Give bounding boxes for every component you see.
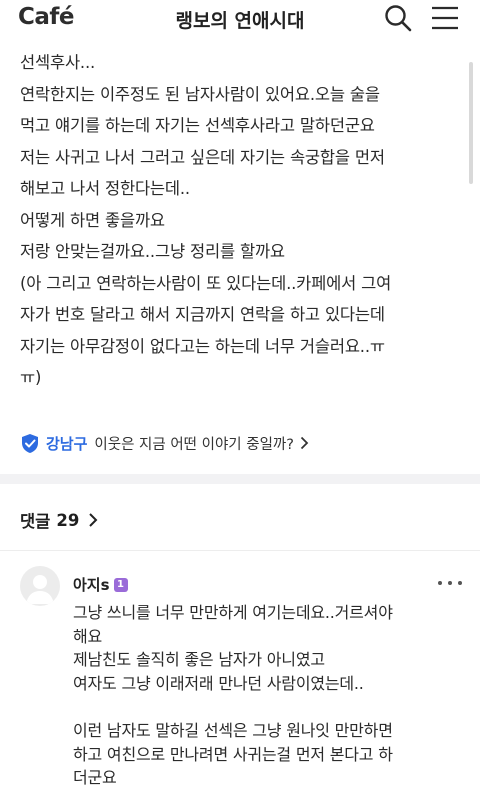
post-line: 선섹후사...: [20, 53, 96, 72]
section-divider: [0, 474, 480, 484]
member-level-badge: 1: [113, 577, 128, 592]
comment-line: 더군요: [73, 768, 117, 787]
post-line: 자기는 아무감정이 없다고는 하는데 너무 거슬러요..ㅠ: [20, 336, 385, 356]
post-line: 어떻게 하면 좋을까요: [20, 210, 165, 230]
comment-line: 하고 여친으로 만나려면 사귀는걸 먼저 본다고 하: [73, 744, 393, 764]
scrollbar[interactable]: [469, 62, 473, 184]
comment-author[interactable]: 아지s 1: [73, 574, 128, 595]
comment-body: 그냥 쓰니를 너무 만만하게 여기는데요..거르셔야 해요 제남친도 솔직히 좋…: [73, 601, 468, 790]
comment-line: 여자도 그냥 이래저래 만나던 사람이였는데..: [73, 673, 364, 693]
post-line: 자가 번호 달라고 해서 지금까지 연락을 하고 있다는데: [20, 305, 385, 324]
chevron-right-icon: [300, 436, 309, 450]
post-line: 먹고 얘기를 하는데 자기는 선섹후사라고 말하던군요: [20, 116, 375, 135]
region-name: 강남구: [46, 434, 88, 453]
post-line: 저랑 안맞는걸까요..그냥 정리를 할까요: [20, 242, 285, 261]
comment-line: 해요: [73, 626, 103, 646]
post-body: 선섹후사... 연락한지는 이주정도 된 남자사람이 있어요.오늘 술을 먹고 …: [20, 47, 466, 394]
region-question: 이웃은 지금 어떤 이야기 중일까?: [94, 436, 294, 453]
author-name: 아지s: [73, 576, 110, 594]
post-line: ㅠ): [20, 368, 42, 387]
post-line: 저는 사귀고 나서 그러고 싶은데 자기는 속궁합을 먼저: [20, 147, 385, 167]
verified-shield-icon: [22, 433, 38, 453]
search-icon[interactable]: [384, 4, 412, 32]
region-topic-link[interactable]: 강남구 이웃은 지금 어떤 이야기 중일까?: [20, 430, 309, 456]
comment-line: 그냥 쓰니를 너무 만만하게 여기는데요..거르셔야: [73, 603, 393, 622]
default-avatar-icon: [26, 575, 54, 604]
comments-header-link[interactable]: 댓글 29: [20, 506, 98, 534]
comment-line: 이런 남자도 말하길 선섹은 그냥 원나잇 만만하면: [73, 721, 393, 740]
post-line: 연락한지는 이주정도 된 남자사람이 있어요.오늘 술을: [20, 84, 380, 104]
menu-icon[interactable]: [431, 5, 459, 31]
comments-count: 29: [56, 510, 80, 530]
comment-line: 제남친도 솔직히 좋은 남자가 아니였고: [73, 650, 325, 669]
more-options-icon[interactable]: [436, 578, 464, 588]
chevron-right-icon: [89, 513, 98, 527]
comments-label: 댓글: [20, 512, 51, 531]
post-line: 해보고 나서 정한다는데..: [20, 179, 190, 198]
app-header: Café 랭보의 연애시대: [0, 0, 480, 44]
avatar[interactable]: [20, 566, 60, 606]
post-line: (아 그리고 연락하는사람이 또 있다는데..카페에서 그여: [20, 273, 392, 293]
thin-divider: [0, 550, 480, 551]
